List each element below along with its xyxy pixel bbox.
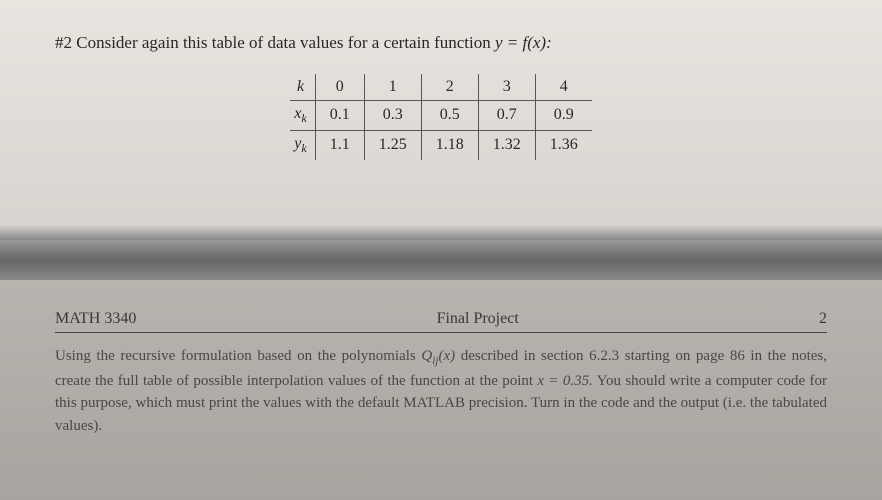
cell: 0	[315, 74, 364, 101]
page-divider	[0, 240, 882, 280]
problem-text: Consider again this table of data values…	[76, 33, 490, 52]
row-label-xk: xk	[290, 100, 315, 130]
cell: 3	[478, 74, 535, 101]
data-table: k 0 1 2 3 4 xk 0.1 0.3 0.5 0.7 0.9 yk 1.…	[290, 74, 591, 160]
point-value: x = 0.35.	[537, 373, 592, 389]
table-row: xk 0.1 0.3 0.5 0.7 0.9	[290, 100, 591, 130]
row-label-k: k	[290, 74, 315, 101]
cell: 1.32	[478, 130, 535, 160]
cell: 0.1	[315, 100, 364, 130]
table-row: k 0 1 2 3 4	[290, 74, 591, 101]
row-label-yk: yk	[290, 130, 315, 160]
problem-number: #2	[55, 33, 72, 52]
problem-statement: #2 Consider again this table of data val…	[55, 30, 827, 56]
body-part1: Using the recursive formulation based on…	[55, 348, 421, 364]
cell: 1.25	[364, 130, 421, 160]
course-code: MATH 3340	[55, 310, 136, 328]
cell: 0.9	[535, 100, 592, 130]
cell: 1	[364, 74, 421, 101]
cell: 0.5	[421, 100, 478, 130]
cell: 1.36	[535, 130, 592, 160]
cell: 4	[535, 74, 592, 101]
cell: 1.1	[315, 130, 364, 160]
cell: 0.7	[478, 100, 535, 130]
cell: 2	[421, 74, 478, 101]
bottom-page-section: MATH 3340 Final Project 2 Using the recu…	[0, 310, 882, 437]
polynomial-symbol: Qij(x)	[421, 348, 455, 364]
cell: 1.18	[421, 130, 478, 160]
body-paragraph: Using the recursive formulation based on…	[55, 345, 827, 437]
problem-equation: y = f(x):	[495, 33, 552, 52]
page-number: 2	[819, 310, 827, 328]
page-title: Final Project	[136, 310, 819, 328]
top-page-section: #2 Consider again this table of data val…	[0, 0, 882, 180]
page-header: MATH 3340 Final Project 2	[55, 310, 827, 333]
cell: 0.3	[364, 100, 421, 130]
table-row: yk 1.1 1.25 1.18 1.32 1.36	[290, 130, 591, 160]
